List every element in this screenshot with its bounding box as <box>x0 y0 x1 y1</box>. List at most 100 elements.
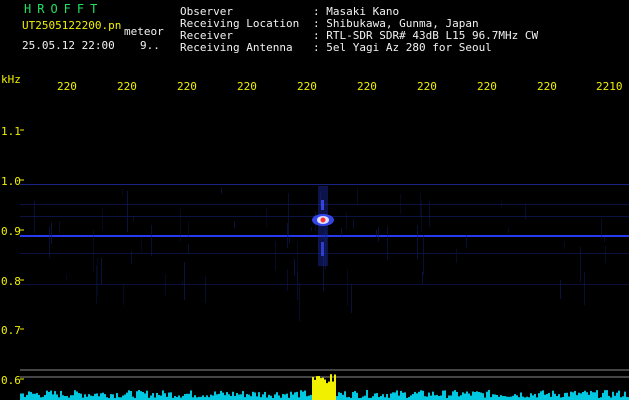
amplitude-bar <box>416 393 418 400</box>
x-tick-label: 220 <box>417 80 437 93</box>
amplitude-bar <box>520 392 522 400</box>
amplitude-bar <box>474 391 476 400</box>
amplitude-bar <box>602 392 604 400</box>
noise-streak <box>288 193 289 235</box>
noise-band-top <box>20 184 629 185</box>
amplitude-bar <box>352 392 354 400</box>
noise-streak <box>525 203 526 220</box>
amplitude-bar <box>38 394 40 400</box>
amplitude-bar <box>594 392 596 400</box>
noise-streak <box>429 201 430 227</box>
amplitude-bar <box>592 392 594 400</box>
amplitude-bar <box>574 391 576 400</box>
amplitude-bar <box>356 392 358 400</box>
amplitude-bar <box>556 396 558 400</box>
noise-streak <box>151 225 152 256</box>
amplitude-bar <box>56 394 58 400</box>
noise-streak <box>580 247 581 282</box>
amplitude-bar <box>112 394 114 400</box>
noise-streak <box>188 244 189 253</box>
amplitude-bar <box>296 391 298 400</box>
amplitude-bar <box>236 393 238 400</box>
amplitude-bar <box>268 394 270 400</box>
amplitude-bar <box>270 395 272 400</box>
amplitude-bar <box>80 393 82 400</box>
amplitude-bar <box>542 390 544 400</box>
amplitude-bar <box>194 395 196 400</box>
x-tick-label: 2210 <box>596 80 623 93</box>
amplitude-bar <box>28 391 30 400</box>
amplitude-bar <box>624 391 626 400</box>
amplitude-bar <box>136 391 138 400</box>
x-tick-label: 220 <box>177 80 197 93</box>
amplitude-bar <box>564 392 566 400</box>
amplitude-bar <box>476 391 478 400</box>
amplitude-bar <box>438 396 440 400</box>
amplitude-bar <box>104 394 106 400</box>
noise-streak <box>165 274 166 296</box>
amplitude-bar <box>442 390 444 400</box>
amplitude-bar <box>604 390 606 400</box>
amplitude-bar <box>162 390 164 400</box>
amplitude-bar <box>90 395 92 400</box>
amplitude-bar <box>216 394 218 400</box>
amplitude-bar <box>126 392 128 400</box>
amplitude-bar <box>428 392 430 400</box>
amplitude-bar <box>124 394 126 400</box>
amplitude-bar <box>422 390 424 400</box>
noise-streak <box>93 230 94 272</box>
amplitude-bar <box>420 390 422 400</box>
noise-streak <box>127 191 128 232</box>
amplitude-bar <box>278 395 280 400</box>
amplitude-bar <box>212 395 214 400</box>
amplitude-bar <box>246 394 248 400</box>
noise-streak <box>182 281 183 285</box>
amplitude-bar <box>538 393 540 400</box>
x-tick-label: 220 <box>537 80 557 93</box>
noise-streak <box>604 237 605 242</box>
amplitude-bar <box>460 395 462 400</box>
amplitude-bar <box>182 395 184 400</box>
amplitude-bar <box>426 396 428 400</box>
amplitude-bar <box>450 395 452 400</box>
noise-streak <box>101 258 102 285</box>
amplitude-bar <box>334 374 336 400</box>
amplitude-bar <box>158 395 160 400</box>
amplitude-bar <box>404 392 406 400</box>
amplitude-bar <box>374 393 376 400</box>
amplitude-bar <box>336 396 338 400</box>
noise-streak <box>184 262 185 300</box>
amplitude-bar <box>264 391 266 400</box>
amplitude-bar <box>62 395 64 400</box>
amplitude-bar <box>76 391 78 400</box>
amplitude-bar <box>588 394 590 400</box>
y-tick-marks <box>20 129 24 380</box>
amplitude-bar <box>292 394 294 400</box>
amplitude-bar <box>436 394 438 400</box>
amplitude-bar <box>554 393 556 400</box>
amplitude-bar <box>480 392 482 400</box>
amplitude-bar <box>190 390 192 400</box>
amplitude-bar <box>448 395 450 400</box>
amplitude-bar <box>214 391 216 400</box>
noise-streak <box>221 188 222 194</box>
amplitude-bar <box>544 394 546 400</box>
amplitude-bar <box>94 393 96 400</box>
amplitude-bar <box>340 392 342 400</box>
amplitude-bar <box>326 383 328 400</box>
amplitude-bar <box>590 391 592 400</box>
amplitude-bar <box>52 394 54 400</box>
amplitude-bar <box>548 392 550 400</box>
amplitude-bar <box>186 393 188 400</box>
noise-streak <box>387 226 388 260</box>
noise-streak <box>376 230 377 237</box>
amplitude-bar <box>566 392 568 400</box>
amplitude-bar <box>516 395 518 400</box>
amplitude-bar <box>362 396 364 400</box>
amplitude-bar <box>386 394 388 400</box>
amplitude-bar <box>522 396 524 400</box>
amplitude-bar <box>470 395 472 400</box>
noise-streak <box>180 209 181 242</box>
amplitude-bar <box>606 390 608 400</box>
amplitude-bar <box>322 377 324 400</box>
